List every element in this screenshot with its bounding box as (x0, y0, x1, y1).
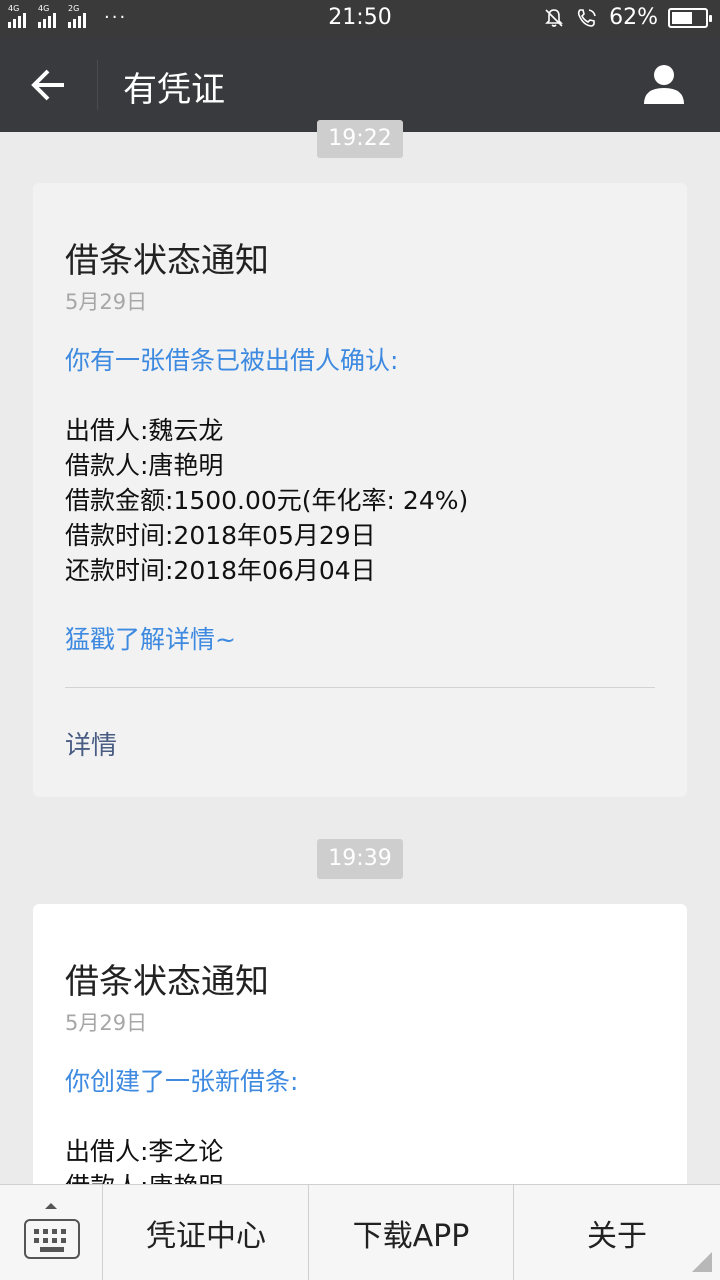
card-title: 借条状态通知 (65, 241, 269, 281)
app-header: 有凭证 (0, 38, 720, 132)
message-card[interactable]: 借条状态通知 5月29日 你有一张借条已被出借人确认: 出借人:魏云龙 借款人:… (33, 183, 687, 797)
status-bar: 4G 4G 2G ··· 21:50 62% (0, 0, 720, 38)
message-timestamp: 19:39 (317, 839, 403, 879)
keyboard-icon (24, 1219, 80, 1259)
card-intro: 你有一张借条已被出借人确认: (65, 346, 399, 375)
phone-hd-icon (577, 8, 596, 27)
status-right: 62% (543, 5, 712, 30)
battery-percent: 62% (609, 5, 658, 30)
submenu-corner-icon (692, 1252, 712, 1272)
caret-up-icon (45, 1203, 57, 1209)
learn-more-link[interactable]: 猛戳了解详情~ (65, 620, 236, 656)
back-arrow-icon[interactable] (26, 62, 72, 108)
details-link[interactable]: 详情 (65, 725, 117, 762)
card-divider (65, 687, 655, 688)
keyboard-toggle-button[interactable] (0, 1185, 103, 1280)
amount-row: 借款金额:1500.00元(年化率: 24%) (65, 486, 469, 515)
tab-download-app[interactable]: 下载APP (309, 1185, 513, 1280)
repay-date-row: 还款时间:2018年06月04日 (65, 556, 376, 585)
lender-row: 出借人:李之论 (65, 1137, 224, 1166)
tab-about[interactable]: 关于 (514, 1185, 720, 1280)
bottom-menu-bar: 凭证中心 下载APP 关于 (0, 1184, 720, 1280)
card-date: 5月29日 (65, 290, 148, 314)
message-timestamp: 19:22 (317, 120, 403, 158)
person-icon[interactable] (642, 62, 686, 106)
battery-icon (668, 7, 712, 28)
borrower-row: 借款人:唐艳明 (65, 451, 224, 480)
header-divider (97, 60, 98, 110)
battery-level (672, 11, 692, 24)
page-title: 有凭证 (123, 70, 225, 110)
message-card[interactable]: 借条状态通知 5月29日 你创建了一张新借条: 出借人:李之论 借款人:唐艳明 (33, 904, 687, 1204)
card-intro: 你创建了一张新借条: (65, 1067, 299, 1096)
lender-row: 出借人:魏云龙 (65, 416, 224, 445)
tab-voucher-center[interactable]: 凭证中心 (104, 1185, 308, 1280)
card-date: 5月29日 (65, 1011, 148, 1035)
loan-date-row: 借款时间:2018年05月29日 (65, 521, 376, 550)
card-title: 借条状态通知 (65, 962, 269, 1002)
bell-muted-icon (545, 8, 564, 27)
